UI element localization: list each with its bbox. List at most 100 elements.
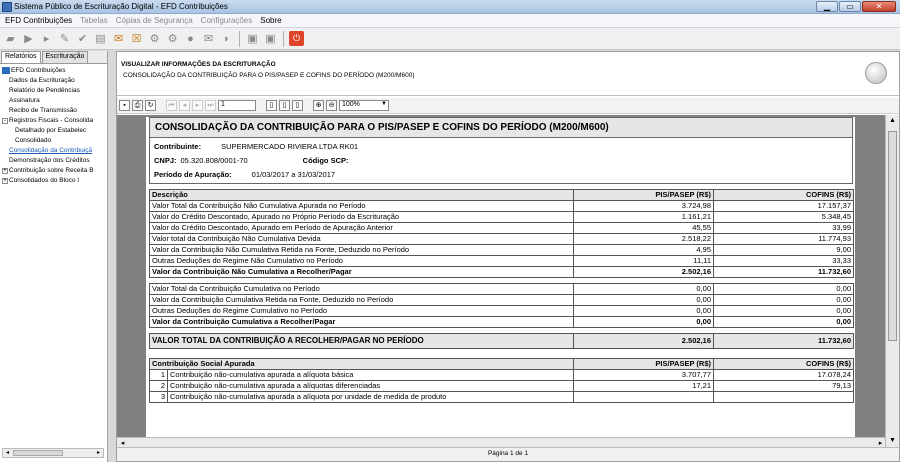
save-as-icon[interactable]: ▣: [263, 31, 278, 46]
total-row: Valor da Contribuição Não Cumulativa a R…: [149, 266, 854, 278]
tree-item-consolidacao[interactable]: Consolidação da Contribuiçã: [0, 146, 107, 156]
report-title: CONSOLIDAÇÃO DA CONTRIBUIÇÃO PARA O PIS/…: [149, 117, 853, 138]
last-page-icon[interactable]: ⏭: [205, 100, 216, 111]
tree-item-label: Consolidados do Bloco I: [9, 177, 80, 184]
table-row: Valor do Crédito Descontado, Apurado no …: [149, 211, 854, 223]
tree-item-demonstracao[interactable]: Demonstração dos Créditos: [0, 156, 107, 166]
tab-escrituracao[interactable]: Escrituração: [41, 51, 89, 63]
view-subtitle: CONSOLIDAÇÃO DA CONTRIBUIÇÃO PARA O PIS/…: [123, 72, 415, 79]
tree-item-bloco-i[interactable]: + Consolidados do Bloco I: [0, 176, 107, 186]
report-toolbar: ▪ ⎙ ↻ ⏮ ◂ ▸ ⏭ 1 ▯ ▯ ▯ ⊕ ⊖ 100% ▼: [117, 98, 899, 114]
cnpj-label: CNPJ:: [154, 156, 177, 165]
contribuinte-label: Contribuinte:: [154, 142, 202, 151]
tree-item-recibo[interactable]: Recibo de Transmissão: [0, 106, 107, 116]
first-page-icon[interactable]: ⏮: [166, 100, 177, 111]
zoom-value: 100%: [342, 101, 360, 108]
minimize-button[interactable]: ▁: [816, 1, 838, 12]
tab-relatorios[interactable]: Relatórios: [1, 51, 41, 63]
open-icon[interactable]: ▶: [21, 31, 36, 46]
window-title: Sistema Público de Escrituração Digital …: [14, 2, 228, 11]
import-icon[interactable]: ▸: [39, 31, 54, 46]
cd-icon[interactable]: ●: [183, 31, 198, 46]
expand-icon[interactable]: +: [2, 168, 8, 174]
panel-splitter[interactable]: [108, 51, 116, 462]
table-row: Valor da Contribuição Não Cumulativa Ret…: [149, 244, 854, 256]
close-button[interactable]: ✕: [862, 1, 896, 12]
menu-sobre[interactable]: Sobre: [260, 16, 281, 25]
scroll-left-icon[interactable]: ◂: [3, 449, 12, 457]
refresh-icon[interactable]: ↻: [145, 100, 156, 111]
tree-item-registros[interactable]: - Registros Fiscais - Consolida: [0, 116, 107, 126]
non-cumulative-table: Descrição PIS/PASEP (R$) COFINS (R$) Valor…: [149, 189, 854, 278]
menu-bar: EFD Contribuições Tabelas Cópias de Segu…: [0, 14, 900, 28]
table-row: 2 Contribuição não-cumulativa apurada a a…: [149, 380, 854, 392]
transmit-icon[interactable]: ⚙: [147, 31, 162, 46]
exit-icon[interactable]: ⏻: [289, 31, 304, 46]
tree-item-dados[interactable]: Dados da Escrituração: [0, 76, 107, 86]
validate-icon[interactable]: ✔: [75, 31, 90, 46]
menu-tabelas[interactable]: Tabelas: [80, 16, 108, 25]
periodo-label: Período de Apuração:: [154, 170, 232, 179]
window-titlebar: Sistema Público de Escrituração Digital …: [0, 0, 900, 14]
main-panel: VISUALIZAR INFORMAÇÕES DA ESCRITURAÇÃO C…: [116, 51, 900, 462]
actual-size-icon[interactable]: ▯: [266, 100, 277, 111]
save-report-icon[interactable]: ▪: [119, 100, 130, 111]
tree-item-consolidado[interactable]: Consolidado: [0, 136, 107, 146]
report-vertical-scrollbar[interactable]: ▲ ▼: [885, 115, 899, 450]
maximize-button[interactable]: ▭: [839, 1, 861, 12]
fit-page-icon[interactable]: ▯: [279, 100, 290, 111]
tree-item-efd[interactable]: EFD Contribuições: [0, 66, 107, 76]
left-horizontal-scrollbar[interactable]: ◂ ▸: [2, 448, 104, 458]
table-header: Descrição PIS/PASEP (R$) COFINS (R$): [149, 189, 854, 201]
tree-item-label: Contribuição sobre Receita B: [9, 167, 94, 174]
table-row: 3 Contribuição não-cumulativa apurada a a…: [149, 391, 854, 403]
print-report-icon[interactable]: ⎙: [132, 100, 143, 111]
tree-item-detalhado[interactable]: Detalhado por Estabelec: [0, 126, 107, 136]
tree-item-label: EFD Contribuições: [11, 67, 66, 74]
scroll-thumb[interactable]: [13, 450, 63, 456]
zoom-select[interactable]: 100% ▼: [339, 100, 389, 111]
menu-copias[interactable]: Cópias de Segurança: [116, 16, 193, 25]
table-row: Outras Deduções do Regime Cumulativo no …: [149, 305, 854, 317]
taxpayer-info: Contribuinte: SUPERMERCADO RIVIERA LTDA R…: [149, 138, 853, 184]
periodo-value: 01/03/2017 a 31/03/2017: [251, 170, 336, 179]
sign-icon[interactable]: ✎: [57, 31, 72, 46]
tree-item-pendencias[interactable]: Relatório de Pendências: [0, 86, 107, 96]
report-icon[interactable]: ✉: [111, 31, 126, 46]
table-header: Contribuição Social Apurada PIS/PASEP (R$…: [149, 358, 854, 370]
grand-total-row: VALOR TOTAL DA CONTRIBUIÇÃO A RECOLHER/P…: [149, 333, 854, 349]
scroll-right-icon[interactable]: ▸: [94, 449, 103, 457]
folder-icon: [2, 67, 10, 74]
new-icon[interactable]: ▰: [3, 31, 18, 46]
table-row: Valor da Contribuição Cumulativa Retida …: [149, 294, 854, 306]
menu-efd[interactable]: EFD Contribuições: [5, 16, 72, 25]
report-page: CONSOLIDAÇÃO DA CONTRIBUIÇÃO PARA O PIS/…: [146, 117, 855, 447]
edit-icon[interactable]: ▤: [93, 31, 108, 46]
tree-item-assinatura[interactable]: Assinatura: [0, 96, 107, 106]
table-row: Valor Total da Contribuição Não Cumulati…: [149, 200, 854, 212]
table-row: Valor total da Contribuição Não Cumulati…: [149, 233, 854, 245]
next-page-icon[interactable]: ▸: [192, 100, 203, 111]
page-status: Página 1 de 1: [117, 447, 899, 461]
fit-width-icon[interactable]: ▯: [292, 100, 303, 111]
menu-configuracoes[interactable]: Configurações: [201, 16, 253, 25]
toolbar-separator: [283, 30, 284, 47]
scroll-up-icon[interactable]: ▲: [887, 117, 898, 128]
zoom-out-icon[interactable]: ⊖: [326, 100, 337, 111]
tree-item-label: Registros Fiscais - Consolida: [9, 117, 94, 124]
tree-item-receita-bruta[interactable]: + Contribuição sobre Receita B: [0, 166, 107, 176]
delete-icon[interactable]: ☒: [129, 31, 144, 46]
collapse-icon[interactable]: -: [2, 118, 8, 124]
chevron-down-icon: ▼: [381, 101, 387, 107]
scroll-thumb[interactable]: [888, 131, 897, 341]
prev-page-icon[interactable]: ◂: [179, 100, 190, 111]
config-icon[interactable]: ◗: [219, 31, 234, 46]
page-input[interactable]: 1: [218, 100, 256, 111]
cumulative-table: Valor Total da Contribuição Cumulativa n…: [149, 283, 854, 328]
save-icon[interactable]: ▣: [245, 31, 260, 46]
print-icon[interactable]: ✉: [201, 31, 216, 46]
table-row: Valor do Crédito Descontado, Apurado em …: [149, 222, 854, 234]
zoom-in-icon[interactable]: ⊕: [313, 100, 324, 111]
expand-icon[interactable]: +: [2, 178, 8, 184]
receipt-icon[interactable]: ⚙: [165, 31, 180, 46]
